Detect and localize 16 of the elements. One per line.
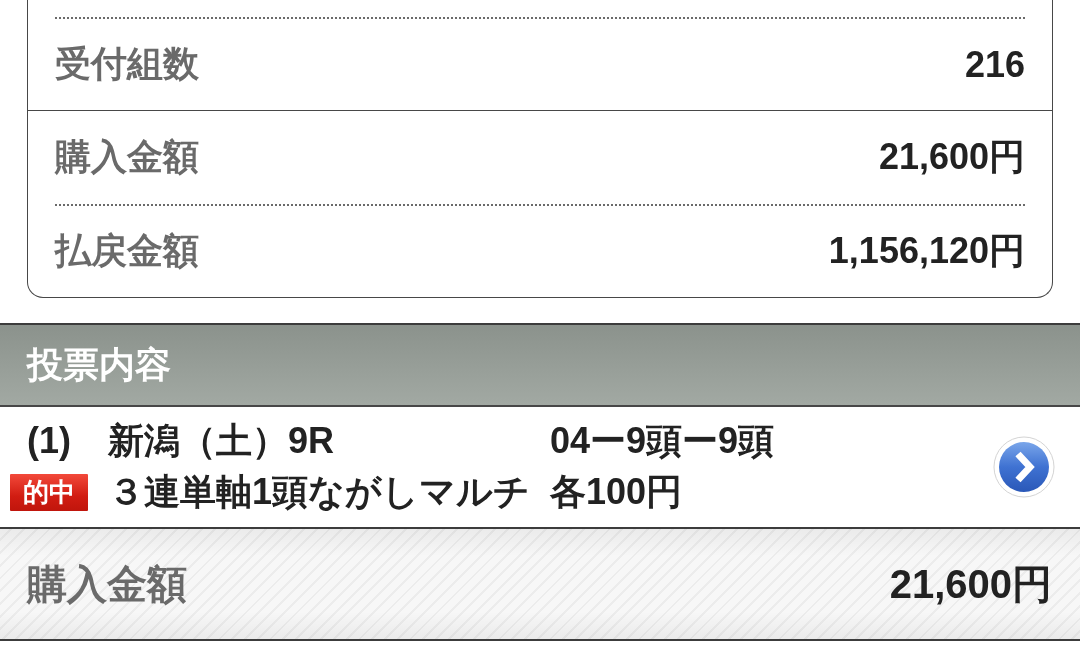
row-value: 21,600円 [878,135,1025,179]
bet-type: ３連単軸1頭ながしマルチ [108,469,530,514]
row-value: 216 [964,43,1025,86]
row-label: 受付組数 [55,42,199,86]
hit-badge: 的中 [10,473,88,511]
race-name: 新潟（土）9R [108,418,336,463]
row-label: 払戻金額 [55,229,199,273]
section-title: 投票内容 [27,342,171,387]
total-label: 購入金額 [27,560,187,608]
bet-combination: 04ー9頭ー9頭 [550,418,776,463]
ticket-number: (1) [27,420,71,462]
bet-amount: 各100円 [550,469,684,514]
total-value: 21,600円 [889,560,1052,608]
row-label: 購入金額 [55,135,199,179]
row-value: 1,156,120円 [828,229,1025,273]
chevron-icon[interactable] [993,435,1055,498]
